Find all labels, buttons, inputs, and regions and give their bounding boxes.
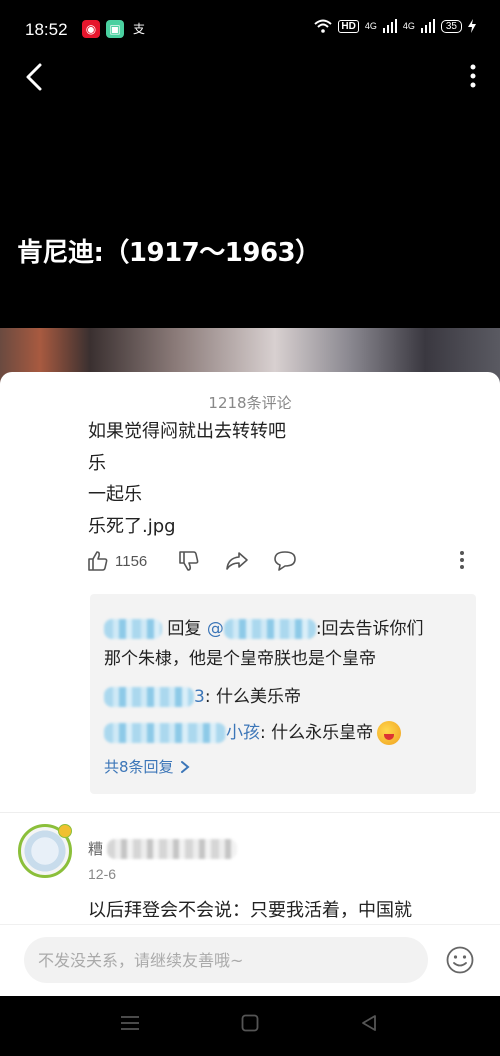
reply-username-suffix: 小孩 — [226, 723, 260, 743]
blurred-username — [104, 619, 162, 639]
reply-item: 3: 什么美乐帝 — [104, 682, 301, 707]
battery-indicator: 35 — [440, 19, 462, 33]
signal-icon — [382, 19, 397, 33]
wifi-icon — [314, 19, 333, 33]
comment-line: 一起乐 — [88, 484, 142, 505]
avatar-badge-icon — [58, 824, 72, 838]
reply-text: 那个朱棣，他是个皇帝朕也是个皇帝 — [104, 649, 376, 669]
comment-username[interactable]: 糟 — [88, 838, 238, 859]
more-options-icon[interactable] — [468, 63, 478, 91]
blurred-username — [104, 723, 226, 743]
username-prefix: 糟 — [88, 840, 104, 858]
top-toolbar — [0, 55, 500, 99]
status-app-icons: ◉ ▣ 支 — [82, 20, 148, 38]
network-2: 4G — [402, 20, 415, 31]
comment-line: 乐 — [88, 452, 106, 474]
share-button[interactable] — [225, 550, 249, 572]
back-triangle-icon[interactable] — [360, 1014, 378, 1032]
divider — [0, 812, 500, 813]
back-arrow-icon[interactable] — [22, 61, 50, 93]
status-time: 18:52 — [25, 20, 68, 39]
status-indicators: HD 4G 4G 35 — [314, 19, 476, 33]
blurred-username — [223, 619, 316, 639]
comment-actions: 1156 — [87, 550, 477, 578]
share-icon — [226, 552, 248, 570]
laughing-emoji-icon — [377, 721, 402, 745]
view-all-label: 共8条回复 — [104, 758, 174, 776]
like-count: 1156 — [115, 552, 148, 570]
comment-count: 1218条评论 — [208, 394, 292, 412]
reply-item: 回复 @ :回去告诉你们 — [104, 614, 424, 639]
comment-text: 如果觉得闷就出去转转吧 乐 一起乐 乐死了.jpg — [88, 416, 286, 542]
home-icon[interactable] — [241, 1014, 259, 1032]
blurred-username — [107, 838, 238, 859]
reply-action-label: 回复 — [167, 619, 202, 639]
chevron-right-icon — [180, 760, 190, 773]
comment-more-button[interactable] — [458, 550, 466, 570]
hd-badge: HD — [338, 19, 359, 33]
emoji-icon[interactable] — [445, 945, 475, 975]
blurred-username — [104, 687, 194, 707]
status-bar: 18:52 ◉ ▣ 支 HD 4G 4G 35 — [0, 0, 500, 60]
reply-item: 小孩: 什么永乐皇帝 — [104, 718, 402, 745]
menu-icon[interactable] — [120, 1014, 140, 1032]
comment-sheet: 1218条评论 如果觉得闷就出去转转吧 乐 一起乐 乐死了.jpg 1156 回… — [0, 372, 500, 1056]
reply-text: : 什么美乐帝 — [204, 687, 301, 707]
comment-text: 以后拜登会不会说：只要我活着，中国就 — [88, 900, 412, 921]
comment-line: 乐死了.jpg — [88, 515, 176, 537]
comment-line: 如果觉得闷就出去转转吧 — [88, 421, 286, 442]
thumbs-down-icon — [179, 551, 199, 571]
view-all-replies-link[interactable]: 共8条回复 — [104, 756, 190, 777]
more-options-icon — [460, 551, 464, 569]
thumbs-up-icon — [88, 551, 108, 571]
reply-text: :回去告诉你们 — [315, 619, 424, 639]
alipay-icon: 支 — [132, 22, 145, 36]
comment-date: 12-6 — [88, 866, 117, 882]
reply-button[interactable] — [273, 550, 297, 572]
reply-preview[interactable]: 回复 @ :回去告诉你们 那个朱棣，他是个皇帝朕也是个皇帝 3: 什么美乐帝 小孩… — [90, 594, 476, 794]
charging-icon — [468, 19, 476, 33]
reply-mention[interactable]: @ — [207, 619, 224, 639]
comment-bubble-icon — [274, 551, 296, 571]
app-icon: ▣ — [106, 20, 124, 38]
dislike-button[interactable] — [178, 550, 200, 572]
reply-username-suffix: 3 — [194, 687, 205, 707]
weibo-icon: ◉ — [82, 20, 100, 38]
reply-text: : 什么永乐皇帝 — [260, 723, 374, 743]
video-title: 肯尼迪:（1917～1963） — [17, 238, 321, 268]
reply-item: 那个朱棣，他是个皇帝朕也是个皇帝 — [104, 644, 376, 669]
system-nav-bar — [0, 996, 500, 1056]
network-1: 4G — [364, 20, 377, 31]
signal-icon — [420, 19, 435, 33]
comment-input[interactable] — [24, 937, 428, 983]
like-button[interactable]: 1156 — [87, 550, 147, 572]
comment-input-bar — [0, 924, 500, 994]
